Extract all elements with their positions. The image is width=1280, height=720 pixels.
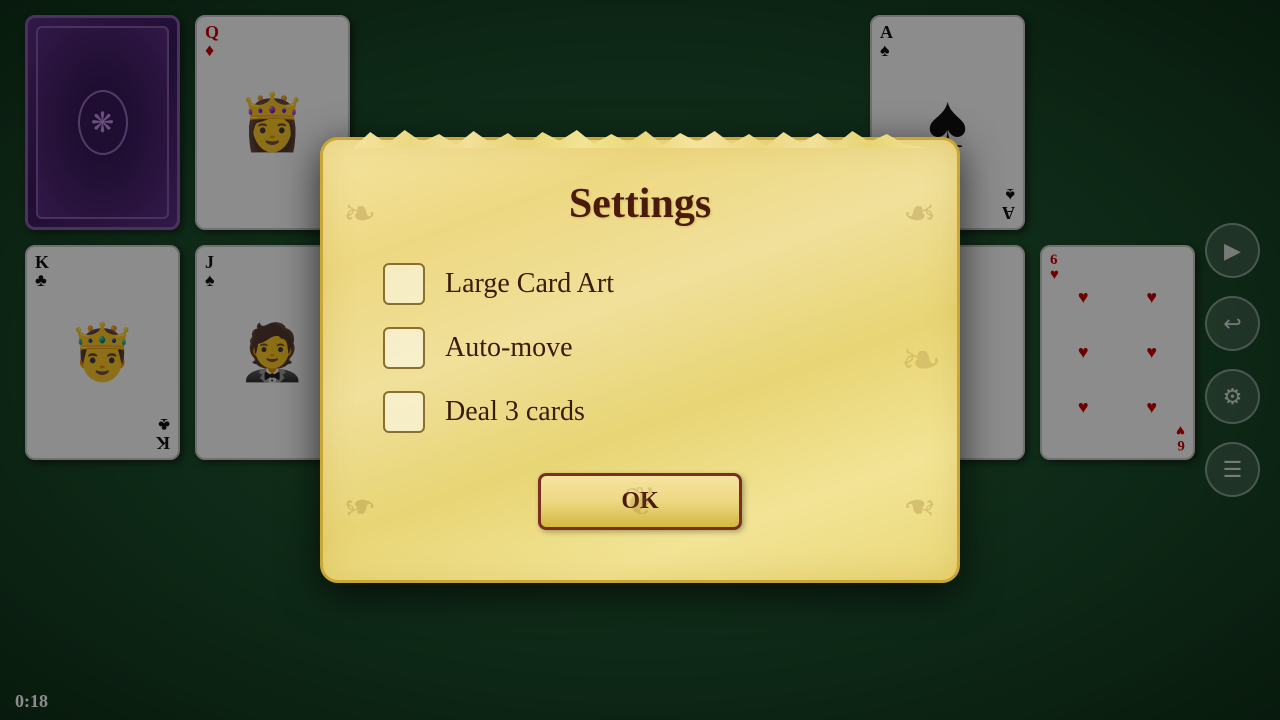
label-deal-3-cards: Deal 3 cards [445,396,585,428]
floral-decoration-tl: ❧ [343,190,377,237]
floral-decoration-bottom: ❦ [623,478,657,525]
checkbox-large-card-art[interactable] [383,263,425,305]
floral-decoration-bl: ❧ [343,483,377,530]
label-auto-move: Auto-move [445,332,573,364]
parchment-background: ❧ ❧ ❧ ❧ ❧ ❦ Settings Large Card Art Auto… [320,137,960,583]
settings-options-list: Large Card Art Auto-move Deal 3 cards [383,263,897,433]
checkbox-auto-move[interactable] [383,327,425,369]
checkbox-deal-3-cards[interactable] [383,391,425,433]
settings-option-auto-move[interactable]: Auto-move [383,327,897,369]
floral-decoration-tr: ❧ [903,190,937,237]
label-large-card-art: Large Card Art [445,268,614,300]
settings-option-deal-3-cards[interactable]: Deal 3 cards [383,391,897,433]
settings-option-large-card-art[interactable]: Large Card Art [383,263,897,305]
settings-title: Settings [383,180,897,228]
floral-decoration-right: ❧ [900,331,942,389]
floral-decoration-br: ❧ [903,483,937,530]
settings-dialog: ❧ ❧ ❧ ❧ ❧ ❦ Settings Large Card Art Auto… [320,137,960,583]
